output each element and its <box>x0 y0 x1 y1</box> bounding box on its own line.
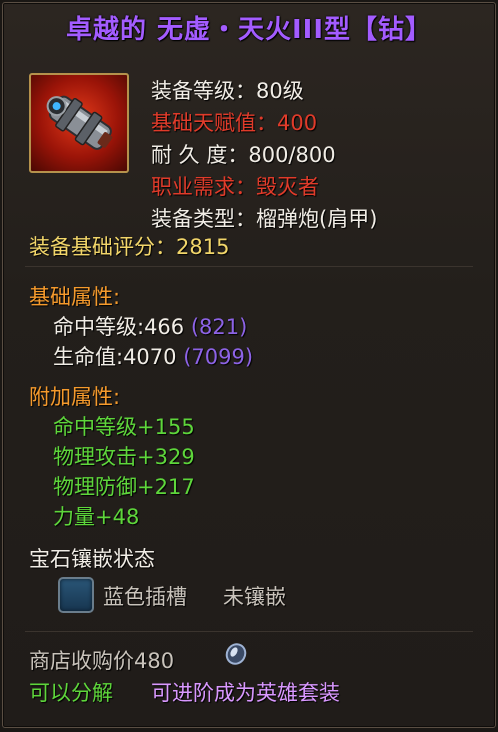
blue-gem-slot-icon <box>58 577 94 613</box>
gem-slot-label: 蓝色插槽 <box>103 585 187 609</box>
base-attr-label: 命中等级:466 <box>53 315 185 339</box>
upgrade-text: 可进阶成为英雄套装 <box>151 681 340 705</box>
gem-slot-status: 未镶嵌 <box>223 585 286 609</box>
decomposable-text: 可以分解 <box>29 681 113 705</box>
extra-attrs-heading: 附加属性: <box>29 385 121 409</box>
base-talent: 基础天赋值：400 <box>151 111 318 135</box>
item-title: 卓越的 无虚・天火III型【钻】 <box>65 15 433 45</box>
item-icon-frame <box>29 73 129 173</box>
equip-level: 装备等级：80级 <box>151 79 304 103</box>
divider <box>25 266 473 267</box>
base-attr-extra: (7099) <box>183 345 254 369</box>
durability: 耐 久 度：800/800 <box>151 143 336 167</box>
extra-attr: 物理防御+217 <box>53 475 195 499</box>
coin-icon <box>225 643 247 665</box>
base-attr-label: 生命值:4070 <box>53 345 177 369</box>
base-attr-extra: (821) <box>190 315 248 339</box>
equip-score: 装备基础评分：2815 <box>29 235 230 259</box>
base-attr-row: 生命值:4070 (7099) <box>53 341 253 371</box>
shoulder-cannon-icon <box>46 95 113 150</box>
equip-type: 装备类型：榴弹炮(肩甲) <box>151 207 378 231</box>
extra-attr: 力量+48 <box>53 505 140 529</box>
class-requirement: 职业需求：毁灭者 <box>151 175 319 199</box>
sell-price: 商店收购价480 <box>29 649 175 673</box>
extra-attr: 物理攻击+329 <box>53 445 195 469</box>
item-tooltip: 卓越的 无虚・天火III型【钻】 装备等级：80级 基础天赋值：400 耐 久 … <box>2 2 496 728</box>
base-attrs-heading: 基础属性: <box>29 285 121 309</box>
gem-heading: 宝石镶嵌状态 <box>29 547 155 571</box>
divider <box>25 631 473 632</box>
base-attr-row: 命中等级:466 (821) <box>53 311 247 341</box>
extra-attr: 命中等级+155 <box>53 415 195 439</box>
